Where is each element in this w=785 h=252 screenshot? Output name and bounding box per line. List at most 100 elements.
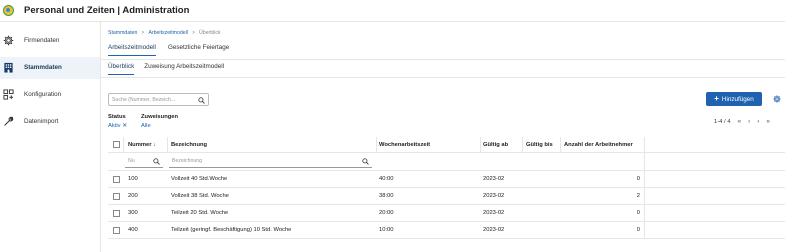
next-page-icon[interactable]: › [757, 118, 759, 125]
table-row[interactable]: 100 Vollzeit 40 Std.Woche 40:00 2023-02 … [108, 171, 785, 188]
cell-employees: 0 [636, 210, 640, 216]
column-divider [644, 153, 645, 171]
cell-hours: 10:00 [379, 227, 394, 233]
search-icon [198, 96, 205, 104]
name-filter-input[interactable]: Bezeichnung [169, 156, 372, 168]
sidebar-item-label: Firmendaten [24, 37, 60, 44]
last-page-icon[interactable]: » [766, 118, 770, 125]
breadcrumb-link-arbeitszeitmodell[interactable]: Arbeitszeitmodell [148, 30, 188, 36]
tab-divider [101, 59, 785, 60]
gear-icon [3, 35, 14, 46]
cell-valid-from: 2023-02 [483, 210, 505, 216]
app-logo-icon [3, 5, 14, 16]
column-divider [560, 137, 561, 153]
prev-page-icon[interactable]: ‹ [748, 118, 750, 125]
assignments-filter-label: Zuweisungen [141, 114, 179, 120]
row-checkbox[interactable] [113, 193, 120, 200]
cell-number: 200 [128, 193, 138, 199]
select-all-checkbox[interactable] [113, 141, 120, 148]
column-header-gueltig-ab[interactable]: Gültig ab [483, 142, 508, 148]
clear-filter-icon[interactable]: ✕ [122, 123, 127, 129]
cell-hours: 40:00 [379, 176, 394, 182]
breadcrumb-current: Überblick [198, 30, 221, 36]
search-placeholder: Suche (Nummer, Bezeich... [112, 97, 176, 103]
sidebar-item-datenimport[interactable]: Datenimport [0, 111, 100, 133]
breadcrumb: Stammdaten > Arbeitszeitmodell > Überbli… [108, 30, 221, 36]
cell-name: Vollzeit 38 Std. Woche [171, 193, 229, 199]
sidebar-item-label: Konfiguration [24, 91, 62, 98]
secondary-tabs: Überblick Zuweisung Arbeitszeitmodell [108, 63, 224, 75]
wrench-icon [4, 116, 14, 126]
column-divider [644, 188, 645, 205]
cell-name: Teilzeit (geringf. Beschäftigung) 10 Std… [171, 227, 292, 233]
status-filter-chip[interactable]: Aktiv ✕ [108, 123, 127, 129]
column-header-nummer[interactable]: Nummer ↓ [128, 142, 156, 148]
configuration-icon [3, 89, 14, 100]
tab-gesetzliche-feiertage[interactable]: Gesetzliche Feiertage [168, 44, 229, 56]
cell-name: Vollzeit 40 Std.Woche [171, 176, 228, 182]
cell-valid-from: 2023-02 [483, 193, 505, 199]
cell-employees: 0 [636, 227, 640, 233]
table-row[interactable]: 400 Teilzeit (geringf. Beschäftigung) 10… [108, 222, 785, 239]
column-divider [522, 137, 523, 153]
primary-tabs: Arbeitszeitmodell Gesetzliche Feiertage [108, 44, 229, 56]
cell-number: 300 [128, 210, 138, 216]
tab-arbeitszeitmodell[interactable]: Arbeitszeitmodell [108, 44, 156, 56]
column-divider [644, 222, 645, 239]
column-divider [644, 205, 645, 222]
sidebar-item-label: Stammdaten [24, 64, 62, 71]
sort-arrow-icon: ↓ [153, 142, 157, 148]
row-checkbox[interactable] [113, 176, 120, 183]
column-divider [167, 137, 168, 153]
table-filter-row: Nu Bezeichnung [108, 153, 785, 171]
cell-employees: 2 [636, 193, 640, 199]
building-icon [4, 62, 13, 73]
pagination-range: 1-4 / 4 [714, 118, 731, 125]
tab-divider [101, 77, 785, 78]
cell-employees: 0 [636, 176, 640, 182]
status-filter-label: Status [108, 114, 126, 120]
add-button[interactable]: + Hinzufügen [706, 92, 762, 106]
breadcrumb-separator: > [141, 30, 145, 36]
pagination: 1-4 / 4 « ‹ › » [714, 118, 770, 125]
table-row[interactable]: 300 Teilzeit 20 Std. Woche 20:00 2023-02… [108, 205, 785, 222]
settings-gear-icon[interactable] [773, 95, 781, 103]
cell-valid-from: 2023-02 [483, 227, 505, 233]
tab-ueberblick[interactable]: Überblick [108, 63, 135, 75]
column-divider [376, 137, 377, 153]
breadcrumb-link-stammdaten[interactable]: Stammdaten [108, 30, 137, 36]
column-header-label: Nummer [128, 142, 152, 148]
status-filter-value: Aktiv [108, 123, 121, 129]
column-divider [644, 137, 645, 153]
app-header: Personal und Zeiten | Administration [0, 0, 785, 22]
cell-valid-from: 2023-02 [483, 176, 505, 182]
column-divider [123, 137, 124, 153]
number-filter-input[interactable]: Nu [125, 156, 163, 168]
column-header-bezeichnung[interactable]: Bezeichnung [171, 142, 207, 148]
sidebar: Firmendaten Stammdaten Konfiguration Dat… [0, 22, 101, 252]
sidebar-item-stammdaten[interactable]: Stammdaten [0, 57, 100, 79]
app-title: Personal und Zeiten | Administration [24, 5, 190, 16]
tab-zuweisung-arbeitszeitmodell[interactable]: Zuweisung Arbeitszeitmodell [144, 63, 224, 75]
search-icon [362, 158, 369, 165]
column-header-anzahl-arbeitnehmer[interactable]: Anzahl der Arbeitnehmer [564, 142, 633, 148]
column-header-gueltig-bis[interactable]: Gültig bis [526, 142, 553, 148]
sidebar-item-label: Datenimport [24, 118, 59, 125]
plus-icon: + [714, 94, 719, 103]
sidebar-item-konfiguration[interactable]: Konfiguration [0, 84, 100, 106]
table-row[interactable]: 200 Vollzeit 38 Std. Woche 38:00 2023-02… [108, 188, 785, 205]
cell-hours: 20:00 [379, 210, 394, 216]
cell-number: 100 [128, 176, 138, 182]
sidebar-item-firmendaten[interactable]: Firmendaten [0, 30, 100, 52]
table-header-row: Nummer ↓ Bezeichnung Wochenarbeitszeit G… [108, 137, 785, 153]
name-filter-placeholder: Bezeichnung [172, 158, 202, 164]
column-header-wochenarbeitszeit[interactable]: Wochenarbeitszeit [379, 142, 430, 148]
cell-number: 400 [128, 227, 138, 233]
first-page-icon[interactable]: « [737, 118, 741, 125]
cell-hours: 38:00 [379, 193, 394, 199]
row-checkbox[interactable] [113, 210, 120, 217]
search-input[interactable]: Suche (Nummer, Bezeich... [108, 93, 209, 106]
row-checkbox[interactable] [113, 227, 120, 234]
assignments-filter-value[interactable]: Alle [141, 123, 151, 129]
column-divider [480, 137, 481, 153]
